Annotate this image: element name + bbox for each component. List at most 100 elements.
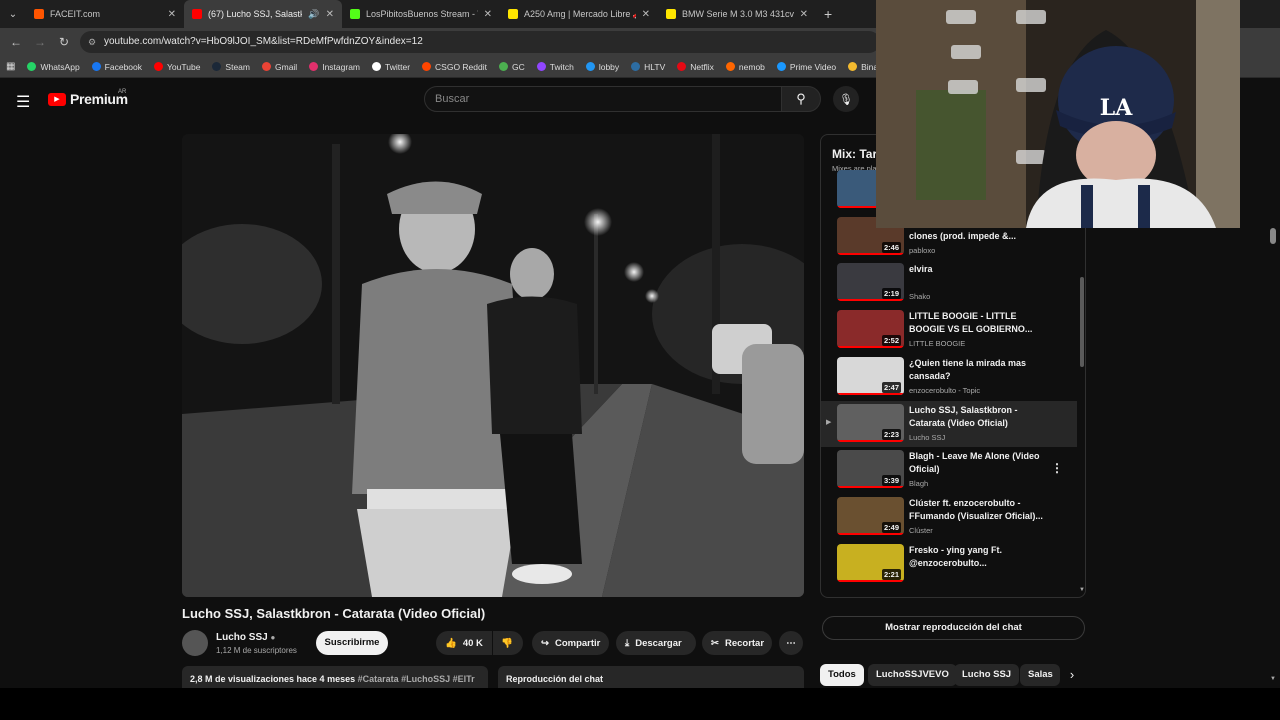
tab-title: LosPibitosBuenos Stream - Wat — [366, 9, 478, 19]
search-input[interactable]: Buscar — [424, 86, 782, 112]
video-thumbnail: 2:19 — [837, 263, 904, 302]
video-title: Lucho SSJ, Salastkbron - Catarata (Video… — [182, 606, 486, 621]
page-scrollbar[interactable] — [1270, 228, 1276, 244]
apps-grid-icon[interactable]: ▦ — [6, 61, 15, 72]
back-icon[interactable]: ← — [4, 35, 28, 49]
close-tab-icon[interactable]: ✕ — [642, 9, 650, 20]
duration-badge: 2:46 — [881, 241, 901, 253]
playlist-item[interactable]: 2:19 elvira Shako — [821, 260, 1077, 306]
channel-avatar[interactable] — [182, 630, 208, 656]
bookmark-item[interactable]: HLTV — [631, 62, 665, 72]
playlist-item-channel: Lucho SSJ — [909, 432, 946, 442]
bookmark-item[interactable]: Facebook — [91, 61, 143, 72]
playlist-item[interactable]: 2:21 Fresko - ying yang Ft. @enzocerobult… — [821, 541, 1077, 587]
download-button[interactable]: ⤓ Descargar — [616, 631, 696, 655]
watch-progress-bar — [837, 252, 904, 255]
chevron-right-icon[interactable]: › — [1064, 664, 1080, 686]
bookmark-label: Gmail — [275, 61, 298, 72]
filter-chip[interactable]: Todos — [820, 664, 864, 686]
close-tab-icon[interactable]: ✕ — [800, 9, 808, 20]
browser-tab[interactable]: FACEIT.com ✕ — [26, 0, 184, 28]
close-tab-icon[interactable]: ✕ — [326, 9, 334, 20]
page-scroll-down-icon[interactable]: ▼ — [1270, 676, 1276, 682]
bookmark-item[interactable]: Prime Video — [776, 62, 836, 72]
bookmark-label: YouTube — [167, 61, 201, 72]
filter-chip[interactable]: Lucho SSJ — [954, 664, 1020, 686]
bookmark-item[interactable]: YouTube — [154, 62, 200, 72]
bookmark-item[interactable]: WhatsApp — [27, 62, 80, 72]
bookmark-item[interactable]: lobby — [585, 62, 619, 72]
playlist-item[interactable]: 2:47 ¿Quien tiene la mirada mas cansada? e… — [821, 354, 1077, 400]
url-field[interactable]: ⚙ youtube.com/watch?v=HbO9lJOI_SM&list=R… — [80, 31, 880, 53]
more-actions-button[interactable]: ⋯ — [779, 631, 803, 655]
filter-chip[interactable]: Salas — [1020, 664, 1060, 686]
bookmark-item[interactable]: Twitch — [536, 61, 574, 72]
new-tab-icon[interactable]: + — [816, 6, 832, 22]
close-tab-icon[interactable]: ✕ — [168, 9, 176, 20]
clip-button[interactable]: ✂ Recortar — [702, 631, 772, 655]
filter-chip[interactable]: LuchoSSJVEVO — [868, 664, 957, 686]
hashtags[interactable]: #Catarata #LuchoSSJ #ElTr — [358, 674, 475, 684]
playlist-scrollbar[interactable] — [1080, 277, 1084, 367]
bookmark-item[interactable]: Netflix — [677, 62, 714, 72]
bookmark-label: Facebook — [104, 61, 143, 72]
description-box[interactable]: 2,8 M de visualizaciones hace 4 meses #C… — [182, 666, 488, 688]
bookmark-favicon-icon — [536, 62, 546, 71]
bookmark-label: Twitch — [549, 61, 574, 72]
show-chat-replay-button[interactable]: Mostrar reproducción del chat — [822, 616, 1085, 640]
bookmark-favicon-icon — [631, 62, 641, 71]
tab-title: (67) Lucho SSJ, Salastkbron — [208, 9, 303, 19]
channel-row: Lucho SSJ ● 1,12 M de suscriptores Suscr… — [182, 630, 804, 656]
bookmark-label: Netflix — [690, 61, 714, 72]
bookmark-item[interactable]: GC — [499, 62, 525, 72]
bookmark-item[interactable]: Twitter — [372, 62, 410, 72]
playlist-item[interactable]: 2:52 LITTLE BOOGIE - LITTLE BOOGIE VS EL … — [821, 307, 1077, 353]
share-button[interactable]: ↪ Compartir — [532, 631, 609, 655]
voice-search-button[interactable]: 🎙 — [833, 86, 859, 112]
webcam-overlay: LA — [876, 0, 1240, 228]
bookmark-favicon-icon — [848, 62, 858, 71]
browser-tab[interactable]: BMW Serie M 3.0 M3 431cv | M ✕ — [658, 0, 816, 28]
duration-badge: 2:47 — [881, 381, 901, 393]
close-tab-icon[interactable]: ✕ — [484, 9, 492, 20]
more-vertical-icon[interactable]: ⋮ — [1051, 461, 1063, 475]
forward-icon[interactable]: → — [28, 35, 52, 49]
playlist-item-channel: Blagh — [909, 479, 929, 489]
playlist-scroll-down-icon[interactable]: ▼ — [1079, 587, 1085, 593]
subscribe-button[interactable]: Suscribirme — [316, 631, 388, 655]
speaker-icon[interactable]: 🔊 — [308, 9, 319, 20]
bookmark-favicon-icon — [91, 62, 101, 71]
search-button[interactable]: ⚲ — [781, 86, 821, 112]
bookmark-item[interactable]: Instagram — [309, 62, 360, 72]
bookmark-item[interactable]: CSGO Reddit — [422, 62, 487, 72]
chat-replay-heading: Reproducción del chat — [506, 674, 604, 684]
site-info-icon[interactable]: ⚙ — [88, 31, 96, 53]
browser-tab[interactable]: LosPibitosBuenos Stream - Wat ✕ — [342, 0, 500, 28]
browser-tab[interactable]: A250 Amg | Mercado Libre 🚗 ✕ — [500, 0, 658, 28]
video-player[interactable] — [182, 134, 804, 597]
playlist-item-title: LITTLE BOOGIE - LITTLE BOOGIE VS EL GOBI… — [909, 311, 1033, 335]
bookmark-item[interactable]: Steam — [212, 62, 250, 72]
bookmark-item[interactable]: Gmail — [262, 62, 297, 72]
reload-icon[interactable]: ↻ — [52, 35, 76, 49]
scissors-icon: ✂ — [711, 637, 719, 649]
bookmark-favicon-icon — [372, 62, 381, 71]
playlist-item[interactable]: 3:39 Blagh - Leave Me Alone (Video Oficia… — [821, 447, 1077, 493]
tab-favicon-icon — [508, 9, 518, 19]
playlist-item-title: Blagh - Leave Me Alone (Video Oficial) — [909, 451, 1040, 475]
playlist-item-channel: Clúster — [909, 525, 933, 535]
video-thumbnail: 2:21 — [837, 543, 904, 582]
playlist-item[interactable]: 2:49 Clúster ft. enzocerobulto - FFumando… — [821, 494, 1077, 540]
bookmark-item[interactable]: nemob — [725, 62, 765, 72]
playlist-item[interactable]: ▶ 2:23 Lucho SSJ, Salastkbron - Catarata (… — [821, 400, 1077, 447]
bookmark-favicon-icon — [776, 62, 786, 71]
tab-search-icon[interactable]: ⌄ — [0, 4, 26, 24]
like-button[interactable]: 👍 40 K — [436, 631, 492, 655]
more-horizontal-icon: ⋯ — [786, 637, 796, 649]
browser-tab[interactable]: (67) Lucho SSJ, Salastkbron 🔊 ✕ — [184, 0, 342, 28]
youtube-premium-logo[interactable]: ▶ Premium AR — [48, 89, 128, 107]
dislike-button[interactable]: 👎 — [493, 631, 523, 655]
menu-icon[interactable]: ☰ — [16, 92, 30, 112]
thumbs-down-icon: 👎 — [501, 637, 513, 649]
channel-name[interactable]: Lucho SSJ ● — [216, 632, 275, 643]
